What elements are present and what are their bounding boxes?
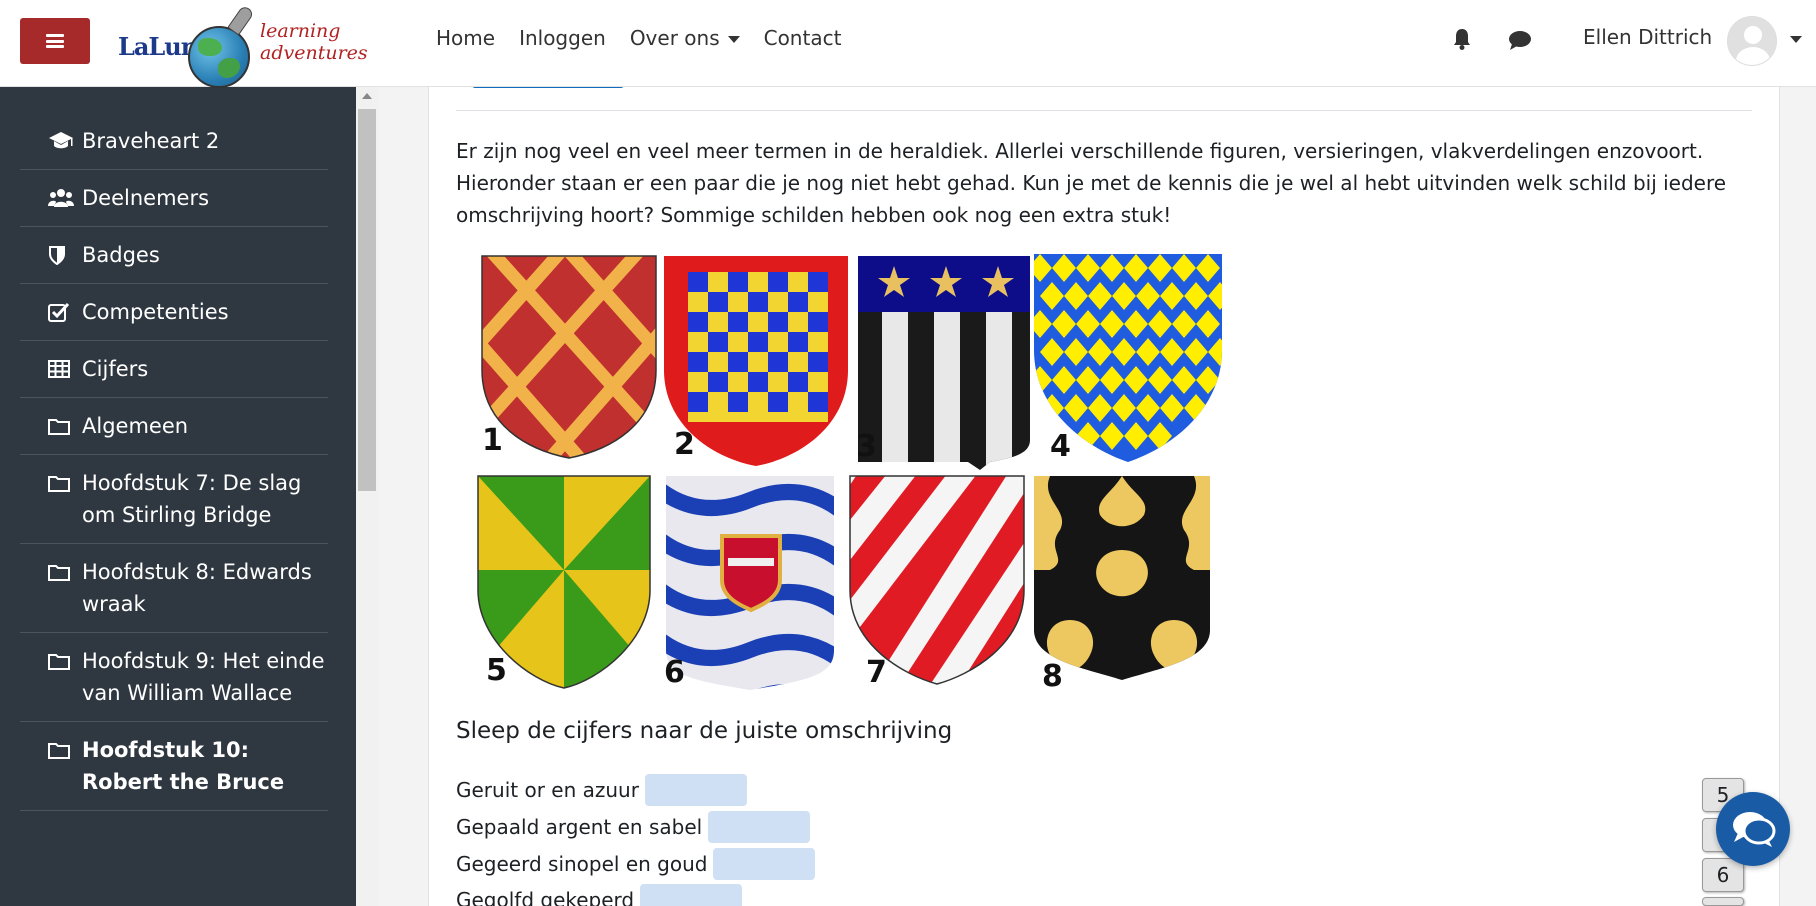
sidebar-item-chapter-10[interactable]: Hoofdstuk 10: Robert the Bruce [20, 722, 328, 811]
description-row: Geruit or en azuur [456, 774, 747, 806]
description-label: Gegeerd sinopel en goud [456, 852, 708, 876]
user-menu-caret-icon[interactable] [1790, 36, 1802, 43]
shield-number-7: 7 [866, 655, 887, 690]
shield-number-5: 5 [486, 653, 507, 688]
users-icon [48, 187, 74, 209]
description-row: Gegeerd sinopel en goud [456, 848, 816, 880]
table-icon [48, 358, 74, 380]
help-chat-button[interactable] [1716, 792, 1790, 866]
sidebar-nav: Braveheart 2 Deelnemers Badges Competent… [20, 113, 328, 811]
logo-tagline: learning adventures [260, 20, 368, 64]
sidebar-item-grades[interactable]: Cijfers [20, 341, 328, 398]
drop-zone[interactable] [640, 884, 743, 906]
sidebar-item-chapter-8[interactable]: Hoofdstuk 8: Edwards wraak [20, 544, 328, 633]
description-row: Gepaald argent en sabel [456, 811, 811, 843]
intro-paragraph: Er zijn nog veel en veel meer termen in … [456, 139, 1727, 227]
sidebar-item-course-home[interactable]: Braveheart 2 [20, 113, 328, 170]
top-navbar: LaLuna learning adventures Home Inloggen… [0, 0, 1816, 88]
drop-zone[interactable] [644, 774, 747, 806]
description-label: Geruit or en azuur [456, 778, 639, 802]
shield-number-6: 6 [664, 655, 685, 690]
folder-icon [48, 739, 74, 761]
sidebar-item-competencies[interactable]: Competenties [20, 284, 328, 341]
chat-bubbles-icon [1733, 812, 1776, 847]
shield-number-3: 3 [856, 429, 877, 464]
scrollbar-thumb[interactable] [358, 109, 376, 491]
sidebar-item-participants[interactable]: Deelnemers [20, 170, 328, 227]
sidebar-item-general[interactable]: Algemeen [20, 398, 328, 455]
shield-number-2: 2 [674, 427, 695, 462]
graduation-cap-icon [48, 130, 74, 152]
shield-3 [858, 256, 1030, 470]
shield-6 [666, 476, 834, 690]
shield-number-1: 1 [482, 423, 503, 458]
drop-zone[interactable] [708, 811, 811, 843]
description-row: Gegolfd gekeperd [456, 884, 743, 906]
chat-bubble-icon[interactable] [1508, 30, 1532, 50]
folder-icon [48, 650, 74, 672]
sidebar-item-chapter-7[interactable]: Hoofdstuk 7: De slag om Stirling Bridge [20, 455, 328, 544]
sidebar-item-badges[interactable]: Badges [20, 227, 328, 284]
divider [456, 110, 1752, 111]
avatar[interactable] [1727, 16, 1777, 66]
site-logo[interactable]: LaLuna learning adventures [116, 4, 378, 88]
scroll-up-arrow-icon[interactable] [362, 93, 372, 99]
menu-toggle-button[interactable] [20, 18, 90, 64]
folder-icon [48, 415, 74, 437]
main-nav: Home Inloggen Over ons Contact [436, 26, 841, 50]
course-sidebar: Braveheart 2 Deelnemers Badges Competent… [0, 87, 356, 906]
user-name[interactable]: Ellen Dittrich [1583, 25, 1712, 49]
nav-login[interactable]: Inloggen [519, 26, 606, 50]
folder-icon [48, 472, 74, 494]
shield-number-4: 4 [1050, 429, 1071, 464]
drag-chip[interactable] [1702, 897, 1744, 906]
folder-icon [48, 561, 74, 583]
sidebar-item-chapter-9[interactable]: Hoofdstuk 9: Het einde van William Walla… [20, 633, 328, 722]
globe-icon [188, 26, 250, 88]
sidebar-scrollbar[interactable] [356, 87, 378, 906]
nav-contact[interactable]: Contact [764, 26, 842, 50]
caret-down-icon [727, 36, 740, 43]
nav-about-dropdown[interactable]: Over ons [630, 26, 740, 50]
hamburger-icon [46, 34, 64, 48]
description-label: Gepaald argent en sabel [456, 815, 703, 839]
bell-icon[interactable] [1452, 28, 1472, 50]
shield-number-8: 8 [1042, 659, 1063, 694]
checkbox-icon [48, 301, 74, 323]
heraldry-shields-image: 1 2 3 4 5 6 7 8 [470, 250, 1230, 700]
drop-zone[interactable] [713, 848, 816, 880]
description-label: Gegolfd gekeperd [456, 888, 635, 906]
rocket-icon [227, 4, 255, 36]
shields-svg: 1 2 3 4 5 6 7 8 [477, 254, 1222, 694]
drag-instruction: Sleep de cijfers naar de juiste omschrij… [456, 718, 953, 744]
shield-icon [48, 244, 74, 266]
nav-home[interactable]: Home [436, 26, 495, 50]
